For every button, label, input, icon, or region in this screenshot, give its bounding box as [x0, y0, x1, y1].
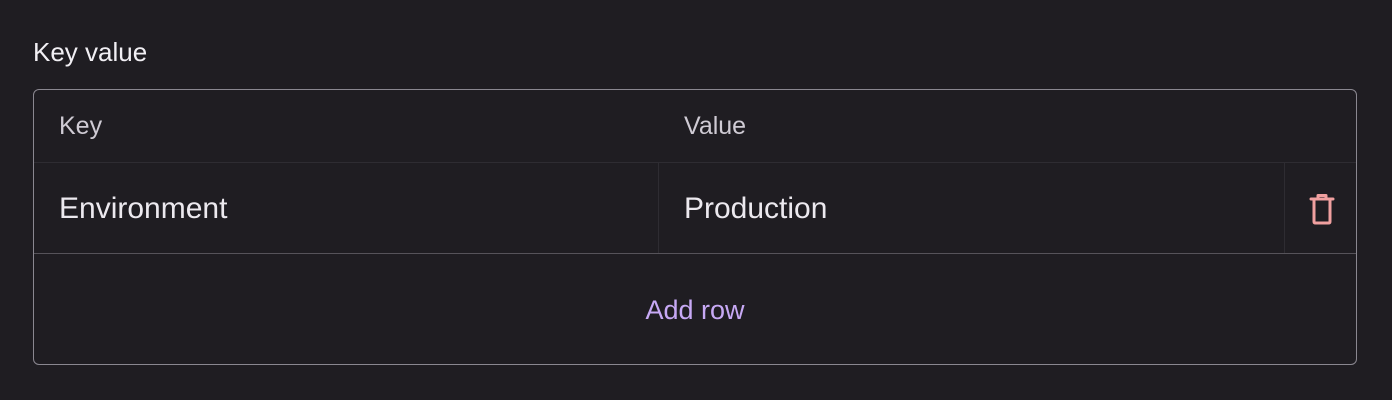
delete-row-button[interactable]: [1309, 193, 1335, 225]
add-row-area: Add row: [34, 254, 1356, 364]
table-header: Key Value: [34, 90, 1356, 163]
value-cell[interactable]: Production: [659, 163, 1285, 253]
key-input[interactable]: Environment: [59, 191, 227, 227]
column-header-value: Value: [684, 112, 747, 140]
row-actions: [1285, 163, 1356, 253]
trash-icon: [1309, 194, 1335, 225]
add-row-button[interactable]: Add row: [645, 294, 744, 326]
value-input[interactable]: Production: [684, 191, 827, 227]
table-row: Environment Production: [34, 163, 1356, 254]
key-cell[interactable]: Environment: [34, 163, 659, 253]
field-label: Key value: [33, 37, 148, 67]
key-value-table: Key Value Environment Production Add row: [33, 89, 1357, 365]
column-header-key: Key: [59, 112, 103, 140]
